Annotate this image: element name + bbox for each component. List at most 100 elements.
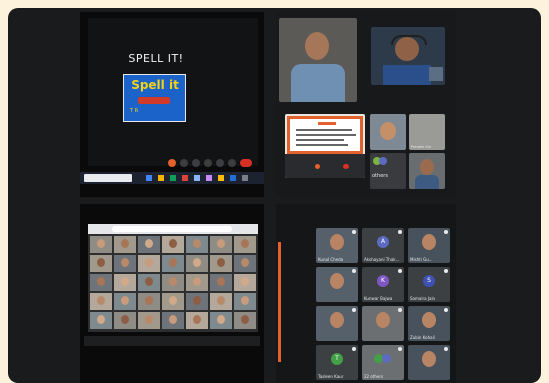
taskbar-app-icon[interactable] xyxy=(170,175,176,181)
tile-name-label: Mishti Gu... xyxy=(410,257,433,262)
gallery-tile xyxy=(90,236,112,253)
gallery-tile xyxy=(138,255,160,272)
raise-hand-icon[interactable] xyxy=(204,159,212,167)
participant-face xyxy=(330,312,344,328)
taskbar-app-icon[interactable] xyxy=(218,175,224,181)
video-tile-child-2 xyxy=(371,27,445,85)
video-tile-girl xyxy=(370,114,406,150)
meet-tile xyxy=(316,306,358,341)
taskbar-app-icon[interactable] xyxy=(230,175,236,181)
mic-muted-icon xyxy=(444,308,448,312)
participant-face xyxy=(97,239,105,248)
participant-face xyxy=(121,296,129,305)
avatar: A xyxy=(377,236,389,248)
gallery-tile xyxy=(186,255,208,272)
participant-face xyxy=(145,296,153,305)
others-tile: others xyxy=(370,153,406,189)
participant-face xyxy=(376,312,390,328)
video-tile-blurred: Prerakh Sin xyxy=(409,114,445,150)
gallery-tile xyxy=(234,312,256,329)
leave-call-button-icon[interactable] xyxy=(240,159,252,167)
gallery-tile xyxy=(162,255,184,272)
meet-tile: K Kunwar Bajwa xyxy=(362,267,404,302)
participant-face xyxy=(241,296,249,305)
taskbar-app-icon[interactable] xyxy=(194,175,200,181)
participant-face xyxy=(169,315,177,324)
photo-collage: SPELL IT! Spell it T R Prerakh Sin other… xyxy=(8,8,541,383)
participant-face xyxy=(193,239,201,248)
gallery-tile xyxy=(90,255,112,272)
gallery-tile xyxy=(138,293,160,310)
meet-tile: A Akshayani Thak... xyxy=(362,228,404,263)
tile-name-label: 22 others xyxy=(364,374,384,379)
taskbar-app-icon[interactable] xyxy=(146,175,152,181)
leave-call-button-icon[interactable] xyxy=(343,164,349,169)
participant-face xyxy=(217,296,225,305)
participant-face xyxy=(241,239,249,248)
camera-button-icon[interactable] xyxy=(180,159,188,167)
participant-face xyxy=(217,258,225,267)
meet-control-bar xyxy=(162,157,258,169)
mic-muted-icon xyxy=(444,230,448,234)
spell-it-logo: Spell it T R xyxy=(123,74,186,122)
mic-button-icon[interactable] xyxy=(315,164,320,169)
gallery-tile xyxy=(138,274,160,291)
participant-face xyxy=(193,315,201,324)
more-options-icon[interactable] xyxy=(228,159,236,167)
participant-face xyxy=(193,258,201,267)
gallery-tile xyxy=(162,236,184,253)
taskbar-search-icon[interactable] xyxy=(84,174,132,182)
gallery-tile xyxy=(186,293,208,310)
gallery-tile xyxy=(90,312,112,329)
participant-face xyxy=(169,258,177,267)
meet-tile: Kunal Cheda xyxy=(316,228,358,263)
gallery-tile xyxy=(234,255,256,272)
gallery-tile xyxy=(210,293,232,310)
meet-tile: Mishti Gu... xyxy=(408,228,450,263)
tile-name-label: Kunwar Bajwa xyxy=(364,296,393,301)
participant-face xyxy=(121,277,129,286)
meet-tile: 22 others xyxy=(362,345,404,380)
meet-tile xyxy=(362,306,404,341)
avatar xyxy=(382,354,391,363)
panel-slide-screen: SPELL IT! Spell it T R xyxy=(80,12,264,197)
captions-button-icon[interactable] xyxy=(192,159,200,167)
panel-meet-grid: Kunal Cheda A Akshayani Thak... Mishti Gu..… xyxy=(276,204,456,383)
meet-tile xyxy=(408,345,450,380)
gallery-tile xyxy=(114,274,136,291)
gallery-tile xyxy=(114,312,136,329)
mic-muted-icon xyxy=(398,269,402,273)
gallery-tile xyxy=(210,312,232,329)
avatar: T xyxy=(331,353,343,365)
participant-face xyxy=(422,234,436,250)
mic-muted-icon xyxy=(352,347,356,351)
tile-name-label: Akshayani Thak... xyxy=(364,257,400,262)
others-label: others xyxy=(372,173,388,179)
participant-face xyxy=(121,258,129,267)
address-bar[interactable] xyxy=(112,226,232,232)
participant-face xyxy=(121,315,129,324)
tile-name-label: Prerakh Sin xyxy=(411,145,431,149)
avatar: K xyxy=(377,275,389,287)
gallery-tile xyxy=(210,236,232,253)
orange-strip xyxy=(278,242,281,362)
participant-face xyxy=(193,277,201,286)
panel-laptop-gallery xyxy=(80,204,264,383)
taskbar-app-icon[interactable] xyxy=(206,175,212,181)
slide-title: SPELL IT! xyxy=(128,52,184,65)
gallery-tile xyxy=(114,255,136,272)
mic-button-icon[interactable] xyxy=(168,159,176,167)
gallery-tile xyxy=(234,236,256,253)
participant-face xyxy=(330,234,344,250)
present-button-icon[interactable] xyxy=(216,159,224,167)
tile-name-label: Tasleen Kaur xyxy=(318,374,344,379)
video-tile-boy xyxy=(409,153,445,189)
meet-tile xyxy=(316,267,358,302)
gallery-tile xyxy=(186,312,208,329)
taskbar-app-icon[interactable] xyxy=(182,175,188,181)
avatar xyxy=(379,157,387,165)
participant-face xyxy=(422,351,436,367)
taskbar-app-icon[interactable] xyxy=(158,175,164,181)
mic-muted-icon xyxy=(352,230,356,234)
taskbar-app-icon[interactable] xyxy=(242,175,248,181)
